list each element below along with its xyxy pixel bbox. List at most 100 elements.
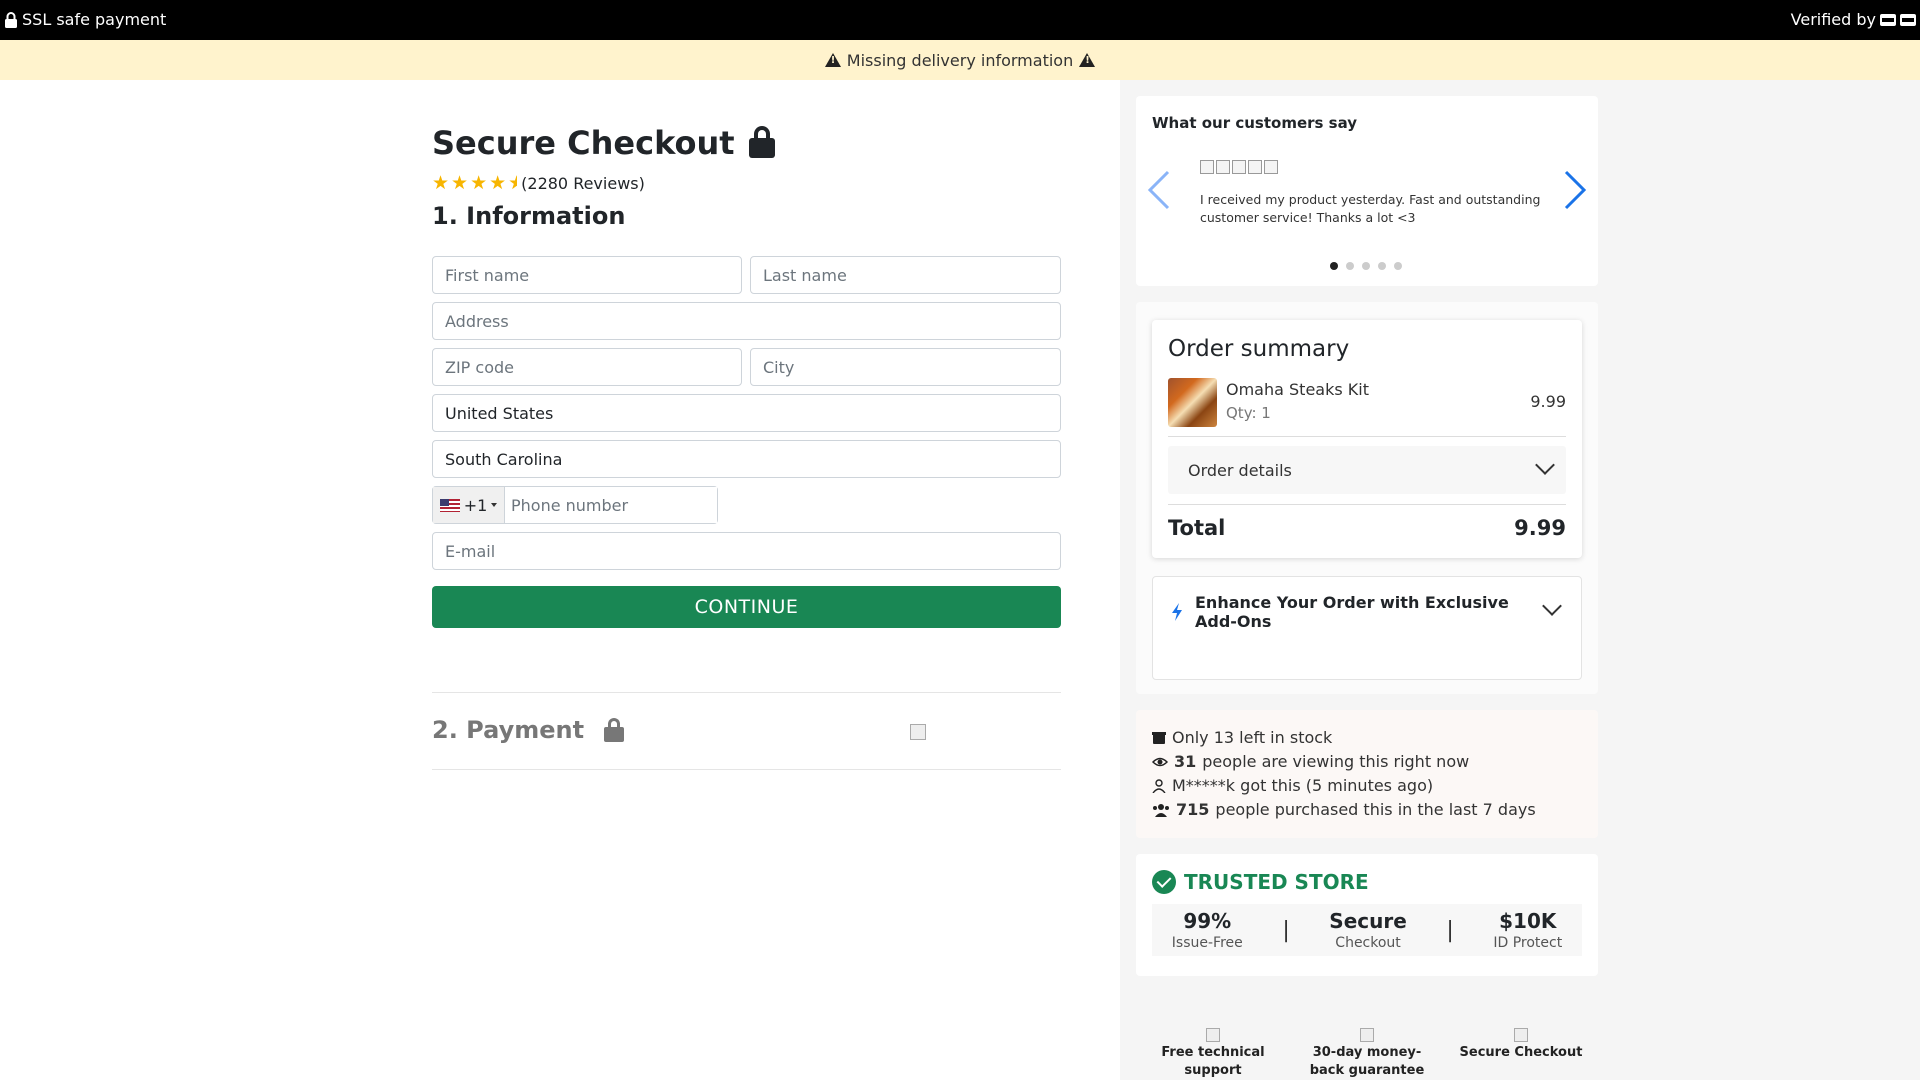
- star-icon: [1200, 160, 1214, 174]
- trusted-store-title: TRUSTED STORE: [1184, 870, 1369, 894]
- rating-stars-icon: ★★★★★: [432, 172, 517, 194]
- stat-value: Secure: [1329, 909, 1407, 933]
- missing-info-alert: Missing delivery information: [0, 40, 1920, 80]
- stock-text: Only 13 left in stock: [1172, 728, 1333, 747]
- addons-title: Enhance Your Order with Exclusive Add-On…: [1195, 593, 1509, 631]
- addons-toggle[interactable]: Enhance Your Order with Exclusive Add-On…: [1152, 576, 1582, 680]
- bolt-icon: [1172, 603, 1182, 621]
- purchased-count: 715: [1176, 800, 1210, 819]
- trusted-store-heading: TRUSTED STORE: [1152, 870, 1369, 894]
- chevron-down-icon: [1535, 455, 1555, 475]
- stat-secure-checkout: Secure Checkout: [1329, 909, 1407, 951]
- country-select[interactable]: [432, 394, 1061, 432]
- box-icon: [1152, 731, 1166, 744]
- order-summary-panel: Order summary Omaha Steaks Kit Qty: 1 9.…: [1136, 302, 1598, 694]
- verified-badge: Verified by: [1791, 10, 1916, 29]
- viewers-row: 31 people are viewing this right now: [1152, 752, 1469, 771]
- stat-label: Issue-Free: [1171, 935, 1243, 951]
- social-proof-panel: Only 13 left in stock 31 people are view…: [1136, 710, 1598, 838]
- state-select[interactable]: [432, 440, 1061, 478]
- checkout-pane: [0, 80, 1120, 1080]
- page-title-text: Secure Checkout: [432, 124, 735, 162]
- zip-input[interactable]: [432, 348, 742, 386]
- product-name: Omaha Steaks Kit: [1226, 380, 1369, 399]
- stat-label: Checkout: [1335, 935, 1401, 951]
- testimonial-carousel: What our customers say I received my pro…: [1136, 96, 1598, 286]
- carousel-dot[interactable]: [1378, 262, 1386, 270]
- divider: [1168, 436, 1566, 437]
- purchased-text: people purchased this in the last 7 days: [1215, 800, 1536, 819]
- verified-text: Verified by: [1790, 10, 1876, 29]
- carousel-dot[interactable]: [1394, 262, 1402, 270]
- continue-button[interactable]: CONTINUE: [432, 586, 1061, 628]
- rating: ★★★★★ (2280 Reviews): [432, 172, 645, 194]
- divider: [1168, 504, 1566, 505]
- city-input[interactable]: [750, 348, 1061, 386]
- star-icon: [1216, 160, 1230, 174]
- chevron-right-icon[interactable]: [1562, 168, 1588, 212]
- order-details-label: Order details: [1188, 461, 1292, 480]
- lock-icon: [5, 11, 17, 28]
- order-summary-title: Order summary: [1168, 336, 1350, 362]
- caret-down-icon: [491, 503, 498, 507]
- order-summary-card: Order summary Omaha Steaks Kit Qty: 1 9.…: [1152, 320, 1582, 558]
- us-flag-icon: [439, 498, 460, 512]
- viewers-count: 31: [1174, 752, 1197, 771]
- secure-checkout-icon: [1514, 1028, 1528, 1042]
- chevron-left-icon[interactable]: [1146, 168, 1172, 212]
- star-icon: [1264, 160, 1278, 174]
- step-payment-text: 2. Payment: [432, 716, 585, 744]
- recent-purchase-text: M*****k got this (5 minutes ago): [1172, 776, 1434, 795]
- chevron-down-icon: [1542, 596, 1562, 616]
- carousel-dot[interactable]: [1330, 262, 1338, 270]
- page-title: Secure Checkout: [432, 124, 775, 162]
- top-bar: SSL safe payment Verified by: [0, 0, 1920, 40]
- mastercard-card-icon: [1900, 13, 1916, 26]
- stat-label: ID Protect: [1493, 935, 1563, 951]
- phone-field: +1: [432, 486, 718, 524]
- lock-icon: [604, 717, 625, 742]
- review-stars: [1200, 160, 1278, 174]
- separator: |: [1282, 917, 1290, 943]
- email-input[interactable]: [432, 532, 1061, 570]
- star-icon: [1232, 160, 1246, 174]
- warning-icon: [824, 53, 841, 67]
- review-count: (2280 Reviews): [521, 173, 645, 193]
- badge-money-back: 30-day money-back guarantee: [1297, 1022, 1437, 1080]
- total-label: Total: [1168, 516, 1226, 540]
- address-input[interactable]: [432, 302, 1061, 340]
- order-details-toggle[interactable]: Order details: [1168, 446, 1566, 494]
- stock-row: Only 13 left in stock: [1152, 728, 1332, 747]
- divider: [432, 769, 1061, 770]
- star-icon: [1248, 160, 1262, 174]
- carousel-dot[interactable]: [1346, 262, 1354, 270]
- step-information-heading: 1. Information: [432, 202, 626, 230]
- step-payment-heading[interactable]: 2. Payment: [432, 716, 625, 744]
- user-icon: [1152, 778, 1166, 793]
- last-name-input[interactable]: [750, 256, 1061, 294]
- check-circle-icon: [1152, 870, 1176, 894]
- support-icon: [1206, 1028, 1220, 1042]
- viewers-text: people are viewing this right now: [1202, 752, 1470, 771]
- trusted-store-panel: TRUSTED STORE 99% Issue-Free | Secure Ch…: [1136, 854, 1598, 976]
- badge-secure-checkout: Secure Checkout: [1451, 1022, 1591, 1080]
- product-qty: Qty: 1: [1226, 404, 1271, 422]
- guarantee-badges: Free technical support 30-day money-back…: [1136, 1022, 1598, 1080]
- purchased-row: 715 people purchased this in the last 7 …: [1152, 800, 1536, 819]
- ssl-badge: SSL safe payment: [4, 10, 166, 29]
- carousel-dot[interactable]: [1362, 262, 1370, 270]
- payment-methods-image: [910, 724, 926, 740]
- badge-label: Secure Checkout: [1459, 1045, 1583, 1060]
- divider: [432, 692, 1061, 693]
- carousel-dots: [1330, 262, 1402, 270]
- ssl-text: SSL safe payment: [22, 10, 167, 29]
- alert-text: Missing delivery information: [846, 50, 1074, 70]
- country-code: +1: [463, 495, 488, 515]
- first-name-input[interactable]: [432, 256, 742, 294]
- trust-stats: 99% Issue-Free | Secure Checkout | $10K …: [1152, 904, 1582, 956]
- badge-support: Free technical support: [1143, 1022, 1283, 1080]
- country-code-dropdown[interactable]: +1: [433, 487, 505, 523]
- warning-icon: [1079, 53, 1096, 67]
- phone-input[interactable]: [505, 487, 717, 523]
- total-value: 9.99: [1514, 516, 1566, 540]
